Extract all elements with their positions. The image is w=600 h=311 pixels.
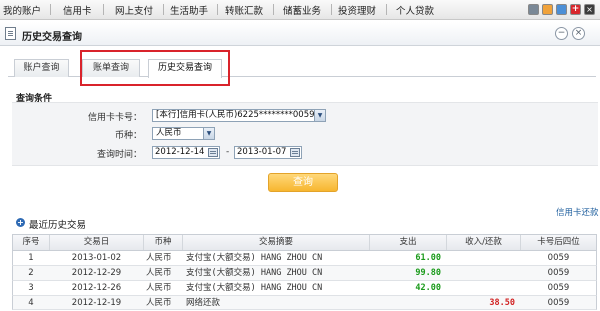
nav-item-my-account[interactable]: 我的账户 <box>3 3 41 17</box>
theme-blue-icon[interactable] <box>556 4 567 15</box>
cell-summary: 网络还款 <box>186 298 221 308</box>
cell-currency: 人民币 <box>146 253 172 263</box>
cell-date: 2012-12-29 <box>71 268 122 278</box>
calendar-icon[interactable] <box>290 148 300 157</box>
column-header-expense: 支出 <box>399 237 417 247</box>
close-window-icon[interactable]: × <box>584 4 595 15</box>
cell-income <box>447 266 515 280</box>
card-number-value: [本行]信用卡(人民币)6225********0059 <box>156 110 315 120</box>
cell-no: 4 <box>28 298 34 308</box>
table-row[interactable]: 1 2013-01-02 人民币 支付宝(大额交易) HANG ZHOU CN … <box>12 251 597 266</box>
cell-currency: 人民币 <box>146 268 172 278</box>
cell-summary: 支付宝(大额交易) HANG ZHOU CN <box>186 253 323 263</box>
cell-no: 2 <box>28 268 34 278</box>
cell-date: 2013-01-02 <box>71 253 122 263</box>
date-from-input[interactable]: 2012-12-14 <box>152 146 220 159</box>
cell-summary: 支付宝(大额交易) HANG ZHOU CN <box>186 268 323 278</box>
table-row[interactable]: 2 2012-12-29 人民币 支付宝(大额交易) HANG ZHOU CN … <box>12 266 597 281</box>
nav-divider <box>331 4 332 15</box>
column-header-currency: 币种 <box>154 237 172 247</box>
chevron-down-icon: ▼ <box>314 110 325 121</box>
cell-currency: 人民币 <box>146 298 172 308</box>
highlight-annotation-box <box>80 50 230 86</box>
cell-expense <box>370 296 441 309</box>
table-header: 序号 交易日 币种 交易摘要 支出 收入/还款 卡号后四位 <box>12 234 597 251</box>
nav-divider <box>163 4 164 15</box>
nav-divider <box>217 4 218 15</box>
cell-income: 38.50 <box>489 298 515 308</box>
cell-no: 1 <box>28 253 34 263</box>
card-number-select[interactable]: [本行]信用卡(人民币)6225********0059 ▼ <box>152 109 326 122</box>
chevron-down-icon: ▼ <box>203 128 214 139</box>
query-time-label: 查询时间： <box>96 150 142 160</box>
document-icon <box>5 27 16 40</box>
cell-currency: 人民币 <box>146 283 172 293</box>
layout-grid-icon[interactable] <box>528 4 539 15</box>
recent-history-title: 最近历史交易 <box>29 220 87 231</box>
column-header-date: 交易日 <box>83 237 110 247</box>
close-icon[interactable]: × <box>572 27 585 40</box>
nav-divider <box>50 4 51 15</box>
cell-income <box>447 281 515 295</box>
top-nav: 我的账户 信用卡 网上支付 生活助手 转账汇款 储蓄业务 投资理财 个人贷款 +… <box>0 0 600 20</box>
cell-card-last4: 0059 <box>547 253 570 263</box>
nav-item-personal-loan[interactable]: 个人贷款 <box>396 3 434 17</box>
plus-circle-icon[interactable]: + <box>16 218 25 227</box>
nav-item-savings[interactable]: 储蓄业务 <box>283 3 321 17</box>
cell-card-last4: 0059 <box>547 283 570 293</box>
cell-expense: 61.00 <box>415 253 441 263</box>
date-separator: - <box>226 147 230 157</box>
panel-title-bar: 历史交易查询 − × <box>0 22 600 46</box>
currency-value: 人民币 <box>156 128 182 138</box>
cell-date: 2012-12-19 <box>71 298 122 308</box>
tab-account-query[interactable]: 账户查询 <box>14 59 69 77</box>
table-row[interactable]: 4 2012-12-19 人民币 网络还款 38.50 0059 <box>12 296 597 310</box>
column-header-no: 序号 <box>22 237 40 247</box>
cell-expense: 99.80 <box>415 268 441 278</box>
nav-divider <box>386 4 387 15</box>
column-header-card-last4: 卡号后四位 <box>537 237 580 247</box>
minimize-icon[interactable]: − <box>555 27 568 40</box>
nav-item-life-assistant[interactable]: 生活助手 <box>170 3 208 17</box>
nav-item-online-pay[interactable]: 网上支付 <box>115 3 153 17</box>
currency-select[interactable]: 人民币 ▼ <box>152 127 215 140</box>
currency-label: 币种： <box>114 131 142 141</box>
nav-divider <box>103 4 104 15</box>
column-header-income: 收入/还款 <box>465 237 502 247</box>
cell-summary: 支付宝(大额交易) HANG ZHOU CN <box>186 283 323 293</box>
nav-item-transfer[interactable]: 转账汇款 <box>225 3 263 17</box>
cell-card-last4: 0059 <box>547 268 570 278</box>
card-number-label: 信用卡卡号： <box>87 113 142 123</box>
page-title: 历史交易查询 <box>22 32 82 43</box>
nav-item-credit-card[interactable]: 信用卡 <box>63 3 92 17</box>
cell-no: 3 <box>28 283 34 293</box>
calendar-icon[interactable] <box>208 148 218 157</box>
date-to-input[interactable]: 2013-01-07 <box>234 146 302 159</box>
nav-divider <box>273 4 274 15</box>
date-to-value: 2013-01-07 <box>237 147 287 157</box>
query-button[interactable]: 查询 <box>268 173 338 192</box>
cell-date: 2012-12-26 <box>71 283 122 293</box>
add-icon[interactable]: + <box>570 4 581 15</box>
credit-card-repay-link[interactable]: 信用卡还款 <box>556 206 599 218</box>
nav-item-investment[interactable]: 投资理财 <box>338 3 376 17</box>
cell-income <box>447 251 515 265</box>
table-row[interactable]: 3 2012-12-26 人民币 支付宝(大额交易) HANG ZHOU CN … <box>12 281 597 296</box>
cell-card-last4: 0059 <box>547 298 570 308</box>
cell-expense: 42.00 <box>415 283 441 293</box>
theme-orange-icon[interactable] <box>542 4 553 15</box>
column-header-summary: 交易摘要 <box>258 237 293 247</box>
date-from-value: 2012-12-14 <box>155 147 205 157</box>
